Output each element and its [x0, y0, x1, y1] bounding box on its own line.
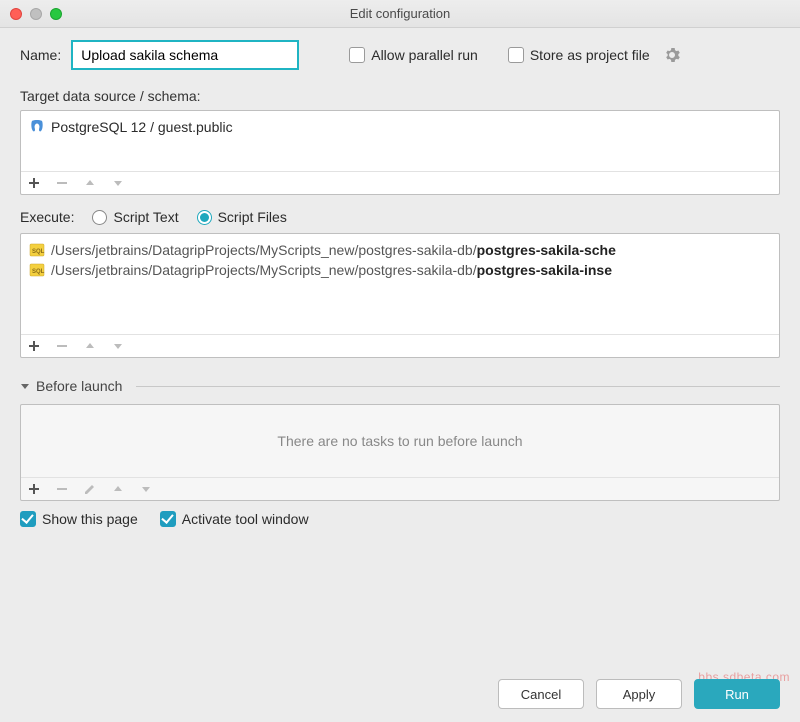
remove-icon[interactable] — [55, 339, 69, 353]
apply-button[interactable]: Apply — [596, 679, 682, 709]
sql-file-icon: SQL — [29, 242, 45, 258]
show-page-checkbox[interactable] — [20, 511, 36, 527]
target-data-source-list[interactable]: PostgreSQL 12 / guest.public — [20, 110, 780, 195]
show-page-label: Show this page — [42, 511, 138, 527]
sql-file-icon: SQL — [29, 262, 45, 278]
store-project-checkbox[interactable] — [508, 47, 524, 63]
activate-tool-label: Activate tool window — [182, 511, 309, 527]
allow-parallel-checkbox[interactable] — [349, 47, 365, 63]
script-file-item[interactable]: SQL /Users/jetbrains/DatagripProjects/My… — [29, 240, 771, 260]
chevron-down-icon — [20, 381, 30, 391]
script-text-label: Script Text — [113, 209, 178, 225]
cancel-button[interactable]: Cancel — [498, 679, 584, 709]
before-launch-toolbar — [21, 477, 779, 500]
data-source-item[interactable]: PostgreSQL 12 / guest.public — [29, 117, 771, 137]
scripts-toolbar — [21, 334, 779, 357]
run-button[interactable]: Run — [694, 679, 780, 709]
before-launch-empty: There are no tasks to run before launch — [21, 405, 779, 477]
script-files-label: Script Files — [218, 209, 287, 225]
before-launch-label: Before launch — [36, 378, 122, 394]
add-icon[interactable] — [27, 482, 41, 496]
execute-label: Execute: — [20, 209, 74, 225]
down-icon[interactable] — [139, 482, 153, 496]
data-source-text: PostgreSQL 12 / guest.public — [51, 119, 233, 135]
add-icon[interactable] — [27, 176, 41, 190]
up-icon[interactable] — [111, 482, 125, 496]
script-file-item[interactable]: SQL /Users/jetbrains/DatagripProjects/My… — [29, 260, 771, 280]
before-launch-list: There are no tasks to run before launch — [20, 404, 780, 501]
gear-icon[interactable] — [664, 47, 680, 63]
up-icon[interactable] — [83, 339, 97, 353]
script-text-radio[interactable]: Script Text — [92, 209, 178, 225]
store-project-label: Store as project file — [530, 47, 650, 63]
divider — [136, 386, 780, 387]
edit-icon[interactable] — [83, 482, 97, 496]
target-toolbar — [21, 171, 779, 194]
name-input[interactable] — [71, 40, 299, 70]
script-files-radio[interactable]: Script Files — [197, 209, 287, 225]
allow-parallel-label: Allow parallel run — [371, 47, 478, 63]
down-icon[interactable] — [111, 176, 125, 190]
window-title: Edit configuration — [0, 6, 800, 21]
footer: Cancel Apply Run — [0, 666, 800, 722]
svg-text:SQL: SQL — [32, 249, 45, 255]
add-icon[interactable] — [27, 339, 41, 353]
script-files-list[interactable]: SQL /Users/jetbrains/DatagripProjects/My… — [20, 233, 780, 358]
remove-icon[interactable] — [55, 482, 69, 496]
name-label: Name: — [20, 47, 61, 63]
before-launch-header[interactable]: Before launch — [20, 378, 780, 394]
postgres-icon — [29, 119, 45, 135]
down-icon[interactable] — [111, 339, 125, 353]
remove-icon[interactable] — [55, 176, 69, 190]
titlebar: Edit configuration — [0, 0, 800, 28]
target-label: Target data source / schema: — [20, 88, 780, 104]
up-icon[interactable] — [83, 176, 97, 190]
svg-text:SQL: SQL — [32, 269, 45, 275]
activate-tool-checkbox[interactable] — [160, 511, 176, 527]
